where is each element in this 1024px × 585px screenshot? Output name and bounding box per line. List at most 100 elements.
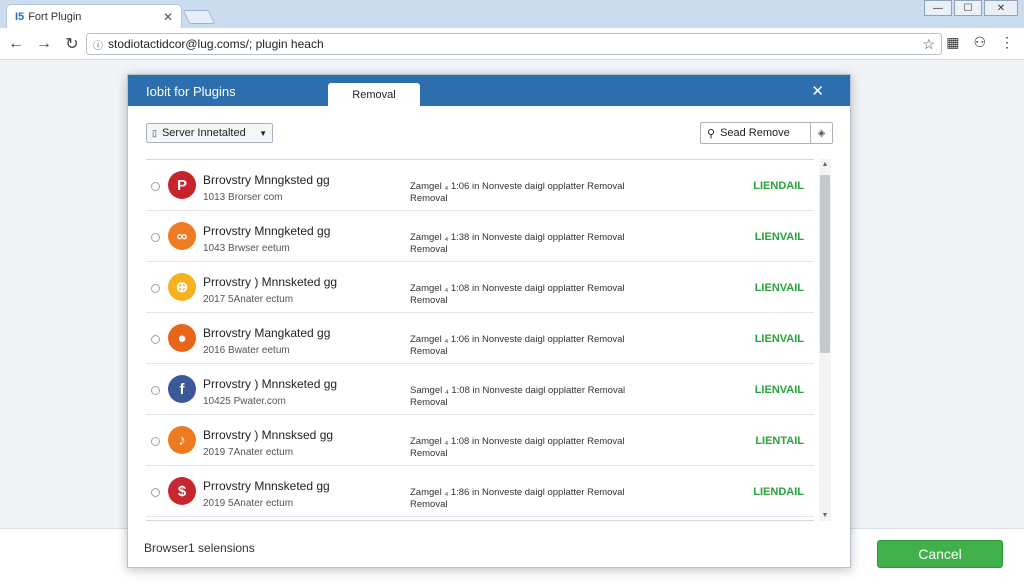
firefox-icon: ● (168, 324, 196, 352)
reload-icon[interactable]: ↻ (60, 34, 84, 54)
plugin-status-link[interactable]: LIENTAIL (755, 435, 804, 447)
url-text: stodiotactidcor@lug.coms/; plugin heach (108, 37, 324, 51)
plugin-description: Zamgel ₄ 1:06 in Nonveste daigl opplatte… (410, 181, 670, 205)
plugin-description-line2: Removal (410, 346, 448, 357)
minimize-icon[interactable]: — (924, 0, 952, 16)
facebook-icon: f (168, 375, 196, 403)
filter-icon: ▯ (152, 127, 157, 138)
window-controls: — ☐ ✕ (924, 0, 1018, 16)
plugin-description-line: Zamgel ₄ 1:08 in Nonveste daigl opplatte… (410, 283, 625, 294)
plugin-description: Zamgel ₄ 1:08 in Nonveste daigl opplatte… (410, 283, 670, 307)
pinterest-icon: P (168, 171, 196, 199)
row-select-radio[interactable] (151, 437, 160, 446)
plugin-description: Zamgel ₄ 1:08 in Nonveste daigl opplatte… (410, 436, 670, 460)
tab-close-icon[interactable]: ✕ (163, 10, 173, 24)
filter-selected-value: Server Innetalted (161, 127, 246, 139)
plugin-row[interactable]: ∞ Prrovstry Mnngketed gg 1043 Brwser eetum… (146, 211, 814, 262)
plugin-description-line2: Removal (410, 499, 448, 510)
plugin-description-line2: Removal (410, 193, 448, 204)
dialog-close-icon[interactable]: ✕ (811, 82, 824, 100)
plugin-source: 1013 Brorser com (203, 192, 283, 203)
info-icon[interactable]: ⓘ (93, 37, 103, 52)
plugin-source: 2016 Bwater eetum (203, 345, 290, 356)
plugin-name: Brrovstry Mangkated gg (203, 326, 331, 340)
plugin-description-line: Zamgel ₄ 1:38 in Nonveste daigl opplatte… (410, 232, 625, 243)
dialog-header: Iobit for Plugins Removal ✕ (128, 75, 850, 106)
menu-dots-icon[interactable]: ⋮ (1000, 34, 1014, 51)
plugin-description-line: Zamgel ₄ 1:08 in Nonveste daigl opplatte… (410, 436, 625, 447)
search-icon: ⚲ (707, 127, 716, 140)
browser-tab[interactable]: I5 Fort Plugin ✕ (6, 4, 182, 28)
cancel-button[interactable]: Cancel (877, 540, 1003, 568)
plugin-description-line: Samgel ₄ 1:08 in Nonveste daigl opplatte… (410, 385, 626, 396)
plugin-row[interactable]: $ Prrovstry Mnnsketed gg 2019 5Anater ectu… (146, 466, 814, 517)
browser-tab-strip: I5 Fort Plugin ✕ — ☐ ✕ (0, 0, 1024, 28)
scroll-down-icon[interactable]: ▼ (819, 512, 831, 519)
bookmark-star-icon[interactable]: ☆ (922, 36, 935, 53)
window-close-icon[interactable]: ✕ (984, 0, 1018, 16)
plugin-status-link[interactable]: LIENVAIL (755, 282, 804, 294)
scrollbar-thumb[interactable] (820, 175, 830, 353)
plugin-description: Zamgel ₄ 1:38 in Nonveste daigl opplatte… (410, 232, 670, 256)
row-select-radio[interactable] (151, 488, 160, 497)
tab-title: Fort Plugin (28, 10, 82, 23)
plugin-status-link[interactable]: LIENVAIL (755, 384, 804, 396)
site-favicon-icon: I5 (15, 10, 25, 23)
plugin-row[interactable]: P Brrovstry Mnngksted gg 1013 Brorser com Z… (146, 160, 814, 211)
plugin-row[interactable]: ⊕ Prrovstry ) Mnnsketed gg 2017 5Anater ec… (146, 262, 814, 313)
new-tab-button[interactable] (182, 10, 216, 24)
dialog-title: Iobit for Plugins (146, 84, 236, 99)
plugin-description-line2: Removal (410, 397, 448, 408)
row-select-radio[interactable] (151, 386, 160, 395)
list-scrollbar[interactable]: ▲ ▼ (819, 159, 831, 521)
plugin-row[interactable]: ♪ Brrovstry ) Mnnsksed gg 2019 7Anater ect… (146, 415, 814, 466)
plugin-name: Brrovstry ) Mnnsksed gg (203, 428, 334, 442)
address-bar[interactable]: ⓘ stodiotactidcor@lug.coms/; plugin heac… (86, 33, 942, 55)
chevron-down-icon: ▼ (259, 128, 267, 138)
plugin-status-link[interactable]: LIENDAIL (753, 486, 804, 498)
plugin-description-line: Zamgel ₄ 1:06 in Nonveste daigl opplatte… (410, 181, 625, 192)
dialog-footer-label: Browser1 selensions (144, 541, 255, 555)
row-select-radio[interactable] (151, 233, 160, 242)
row-select-radio[interactable] (151, 284, 160, 293)
plugin-source: 10425 Pwater.com (203, 396, 286, 407)
plugin-description-line2: Removal (410, 295, 448, 306)
plugin-description-line2: Removal (410, 448, 448, 459)
plugin-status-link[interactable]: LIENVAIL (755, 333, 804, 345)
plugin-removal-dialog: Iobit for Plugins Removal ✕ ▯ Server Inn… (127, 74, 851, 568)
dollar-icon: $ (168, 477, 196, 505)
scroll-up-icon[interactable]: ▲ (819, 161, 831, 168)
row-select-radio[interactable] (151, 335, 160, 344)
tab-removal[interactable]: Removal (328, 83, 420, 106)
music-note-icon: ♪ (168, 426, 196, 454)
plugin-source: 2019 5Anater ectum (203, 498, 294, 509)
plugin-description: Samgel ₄ 1:08 in Nonveste daigl opplatte… (410, 385, 670, 409)
plugin-source: 2017 5Anater ectum (203, 294, 294, 305)
plugin-description: Zamgel ₄ 1:86 in Nonveste daigl opplatte… (410, 487, 670, 511)
link-icon: ∞ (168, 222, 196, 250)
plugin-description-line: Zamgel ₄ 1:06 in Nonveste daigl opplatte… (410, 334, 625, 345)
chain-icon: ⊕ (168, 273, 196, 301)
plugin-source: 1043 Brwser eetum (203, 243, 290, 254)
extensions-grid-icon[interactable]: ▦ (946, 34, 959, 51)
plugin-status-link[interactable]: LIENDAIL (753, 180, 804, 192)
plugin-name: Prrovstry Mnngketed gg (203, 224, 331, 238)
plugin-source: 2019 7Anater ectum (203, 447, 294, 458)
filter-dropdown[interactable]: ▯ Server Innetalted ▼ (146, 123, 273, 143)
row-select-radio[interactable] (151, 182, 160, 191)
search-placeholder: Sead Remove (720, 127, 790, 139)
plugin-status-link[interactable]: LIENVAIL (755, 231, 804, 243)
profile-icon[interactable]: ⚇ (973, 34, 986, 51)
browser-toolbar: ← → ↻ ⓘ stodiotactidcor@lug.coms/; plugi… (0, 28, 1024, 60)
maximize-icon[interactable]: ☐ (954, 0, 982, 16)
plugin-name: Prrovstry ) Mnnsketed gg (203, 377, 338, 391)
plugin-name: Brrovstry Mnngksted gg (203, 173, 330, 187)
plugin-name: Prrovstry ) Mnnsketed gg (203, 275, 338, 289)
plugin-name: Prrovstry Mnnsketed gg (203, 479, 330, 493)
plugin-row[interactable]: ● Brrovstry Mangkated gg 2016 Bwater eetum… (146, 313, 814, 364)
plugin-description-line: Zamgel ₄ 1:86 in Nonveste daigl opplatte… (410, 487, 625, 498)
plugin-row[interactable]: f Prrovstry ) Mnnsketed gg 10425 Pwater.co… (146, 364, 814, 415)
forward-arrow-icon[interactable]: → (32, 35, 56, 53)
back-arrow-icon[interactable]: ← (4, 35, 28, 53)
search-options-icon[interactable]: ◈ (810, 122, 832, 144)
